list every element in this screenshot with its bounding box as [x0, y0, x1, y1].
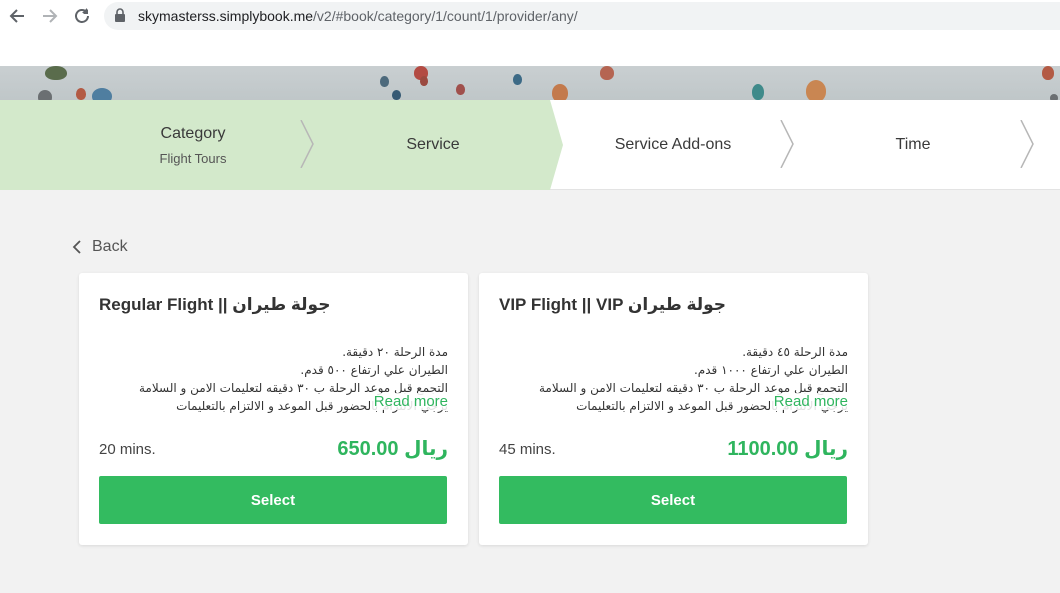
booking-steps: Category Flight Tours Service Service Ad… — [0, 100, 1060, 190]
back-link[interactable]: Back — [72, 236, 128, 258]
reload-icon[interactable] — [71, 5, 93, 27]
hero-banner — [0, 66, 1060, 102]
step-title: Category — [160, 124, 226, 142]
url-text: skymasterss.simplybook.me/v2/#book/categ… — [138, 8, 578, 24]
url-path: /v2/#book/category/1/count/1/provider/an… — [313, 8, 578, 24]
balloon-image — [1042, 66, 1054, 80]
balloon-image — [392, 90, 401, 100]
address-bar[interactable]: skymasterss.simplybook.me/v2/#book/categ… — [104, 2, 1060, 30]
description-line: الطيران علي ارتفاع ٥٠٠ قدم. — [300, 363, 448, 377]
balloon-image — [380, 76, 389, 87]
url-host: skymasterss.simplybook.me — [138, 8, 314, 24]
balloon-image — [420, 76, 428, 86]
select-button[interactable]: Select — [499, 476, 847, 524]
select-button[interactable]: Select — [99, 476, 447, 524]
service-price: 650.00 ريال — [337, 438, 448, 460]
step-title: Time — [895, 136, 931, 153]
service-title: Regular Flight || جولة طيران — [99, 295, 331, 314]
step-title: Service Add-ons — [614, 136, 732, 153]
description-line: مدة الرحلة ٤٥ دقيقة. — [742, 345, 848, 359]
chevron-left-icon — [72, 240, 81, 254]
step-separator-icon — [300, 120, 314, 168]
balloon-image — [806, 80, 826, 102]
service-card: VIP Flight || VIP جولة طيران مدة الرحلة … — [479, 273, 868, 545]
service-title: VIP Flight || VIP جولة طيران — [499, 295, 727, 314]
step-service-add-ons[interactable]: Service Add-ons — [568, 100, 778, 190]
back-label: Back — [92, 238, 128, 255]
step-subtitle: Flight Tours — [159, 150, 227, 166]
step-category[interactable]: Category Flight Tours — [86, 100, 300, 190]
step-service[interactable]: Service — [316, 100, 550, 190]
service-duration: 45 mins. — [499, 441, 556, 458]
back-arrow-icon[interactable] — [6, 5, 28, 27]
read-more-link[interactable]: Read more — [369, 393, 448, 410]
balloon-image — [45, 66, 67, 80]
forward-arrow-icon[interactable] — [39, 5, 61, 27]
service-card: Regular Flight || جولة طيران مدة الرحلة … — [79, 273, 468, 545]
description-line: مدة الرحلة ٢٠ دقيقة. — [342, 345, 448, 359]
step-time[interactable]: Time — [800, 100, 1026, 190]
balloon-image — [76, 88, 86, 100]
lock-icon — [114, 8, 128, 24]
description-line: الطيران علي ارتفاع ١٠٠٠ قدم. — [693, 363, 848, 377]
step-separator-icon — [1020, 120, 1034, 168]
read-more-link[interactable]: Read more — [769, 393, 848, 410]
service-price: 1100.00 ريال — [727, 438, 848, 460]
balloon-image — [513, 74, 522, 85]
step-title: Service — [406, 136, 460, 153]
browser-toolbar: skymasterss.simplybook.me/v2/#book/categ… — [0, 0, 1060, 66]
service-duration: 20 mins. — [99, 441, 156, 458]
balloon-image — [600, 66, 614, 80]
balloon-image — [456, 84, 465, 95]
balloon-image — [752, 84, 764, 100]
step-separator-icon — [780, 120, 794, 168]
